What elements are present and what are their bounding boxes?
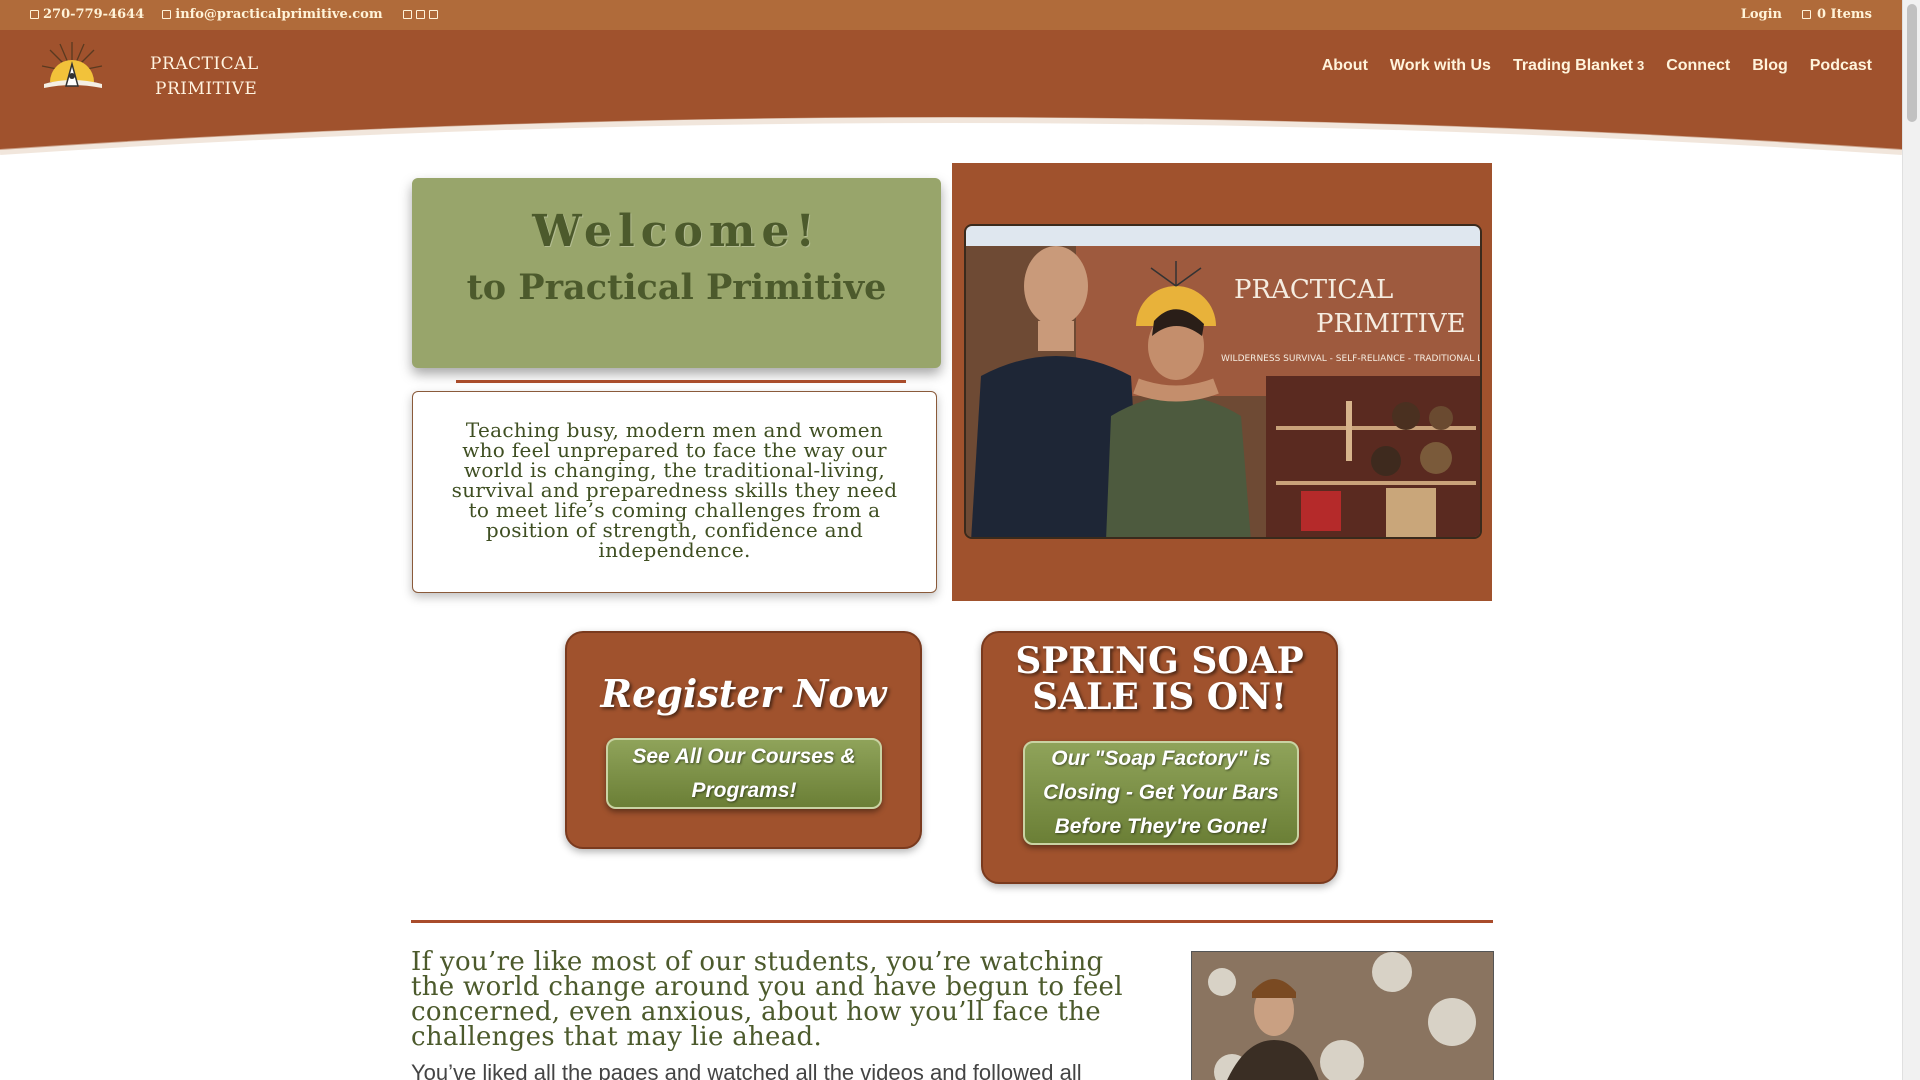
nav-trading-blanket-label: Trading Blanket [1512, 57, 1633, 74]
banner-text-1: PRACTICAL [1234, 275, 1393, 305]
logo-wordmark: PRACTICAL PRIMITIVE [150, 52, 259, 102]
site-logo[interactable]: PRACTICAL PRIMITIVE [40, 38, 258, 99]
hero-photo-panel: PRACTICAL PRIMITIVE WILDERNESS SURVIVAL … [952, 163, 1492, 601]
welcome-banner: Welcome! to Practical Primitive [412, 178, 941, 368]
scrollbar-thumb[interactable] [1907, 4, 1917, 122]
nav-blog[interactable]: Blog [1752, 57, 1788, 75]
dropdown-badge: 3 [1636, 58, 1645, 73]
social-links [402, 10, 438, 19]
phone-number: 270-779-4644 [43, 7, 145, 22]
site-header: PRACTICAL PRIMITIVE About Work with Us T… [0, 30, 1902, 155]
lead-paragraph: If you’re like most of our students, you… [411, 947, 1123, 1052]
divider [456, 380, 906, 383]
nav-podcast[interactable]: Podcast [1810, 57, 1872, 75]
logo-sun-icon [41, 42, 103, 88]
section-divider [411, 920, 1493, 923]
welcome-subtitle: to Practical Primitive [466, 267, 887, 308]
soap-sale-button[interactable]: Our "Soap Factory" is Closing - Get Your… [1023, 741, 1299, 845]
main-nav: About Work with Us Trading Blanket 3 Conn… [1322, 57, 1872, 75]
cart-link[interactable]: 0 Items [1801, 7, 1872, 22]
nav-trading-blanket[interactable]: Trading Blanket 3 [1513, 57, 1644, 75]
logo-line-1: PRACTICAL [150, 54, 259, 74]
email-link[interactable]: info@practicalprimitive.com [162, 7, 383, 22]
facebook-icon[interactable] [402, 10, 412, 19]
top-bar: 270-779-4644 info@practicalprimitive.com… [0, 0, 1902, 30]
banner-tagline: WILDERNESS SURVIVAL - SELF-RELIANCE - TR… [1221, 354, 1482, 364]
register-promo: Register Now See All Our Courses & Progr… [565, 631, 922, 849]
nav-about[interactable]: About [1322, 57, 1368, 75]
account-links: Login 0 Items [1741, 7, 1872, 22]
see-courses-button[interactable]: See All Our Courses & Programs! [606, 738, 882, 809]
founders-photo: PRACTICAL PRIMITIVE WILDERNESS SURVIVAL … [964, 224, 1482, 539]
cart-icon [1801, 10, 1811, 19]
youtube-icon[interactable] [415, 10, 425, 19]
phone-link[interactable]: 270-779-4644 [30, 7, 144, 22]
header-background [0, 30, 1902, 155]
phone-icon [30, 10, 39, 19]
email-address: info@practicalprimitive.com [175, 7, 383, 22]
body-paragraph: You’ve liked all the pages and watched a… [411, 1060, 1082, 1080]
student-photo [1191, 951, 1494, 1080]
cart-count: 0 Items [1816, 7, 1872, 22]
soap-heading-line-2: SALE IS ON! [1032, 676, 1287, 718]
login-link[interactable]: Login [1741, 7, 1782, 22]
nav-work-with-us[interactable]: Work with Us [1390, 57, 1491, 75]
logo-line-2: PRIMITIVE [155, 79, 258, 99]
soap-sale-promo: SPRING SOAP SALE IS ON! Our "Soap Factor… [981, 631, 1338, 884]
banner-text-2: PRIMITIVE [1316, 309, 1466, 339]
instagram-icon[interactable] [428, 10, 438, 19]
welcome-title: Welcome! [532, 206, 821, 257]
envelope-icon [162, 10, 172, 19]
soap-heading-line-1: SPRING SOAP [1015, 640, 1304, 682]
page-scrollbar[interactable] [1902, 0, 1920, 1080]
intro-text: Teaching busy, modern men and women who … [412, 391, 937, 593]
contact-info: 270-779-4644 info@practicalprimitive.com [30, 7, 438, 22]
nav-connect[interactable]: Connect [1666, 57, 1730, 75]
register-heading: Register Now [600, 671, 887, 716]
soap-heading: SPRING SOAP SALE IS ON! [983, 643, 1336, 715]
